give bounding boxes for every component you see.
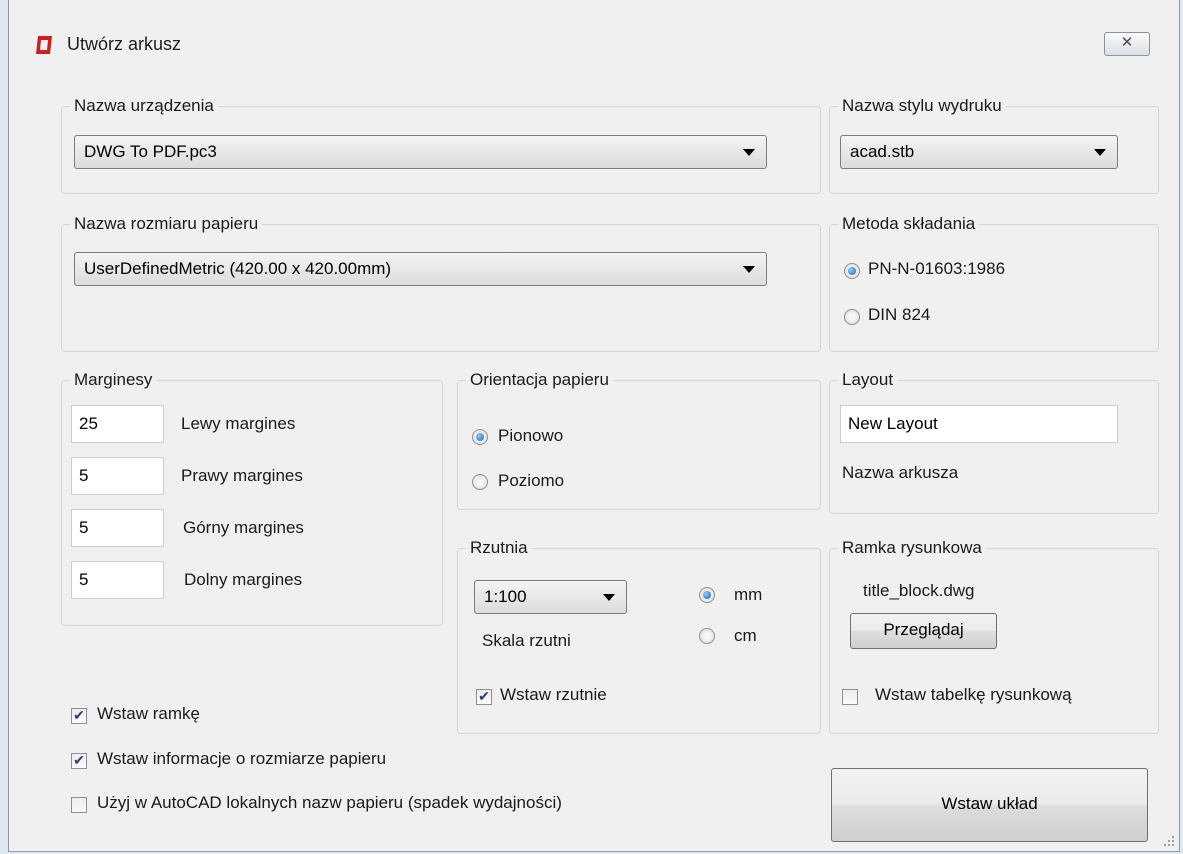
layout-name-input[interactable]: New Layout — [840, 405, 1118, 443]
device-group: Nazwa urządzenia DWG To PDF.pc3 — [61, 95, 821, 194]
plot-style-value: acad.stb — [850, 142, 915, 161]
left-margin-value: 25 — [79, 414, 98, 433]
left-margin-input[interactable]: 25 — [71, 405, 164, 443]
insert-frame-label: Wstaw ramkę — [97, 704, 200, 723]
close-button[interactable]: ✕ — [1104, 32, 1150, 56]
viewport-scale-combo[interactable]: 1:100 — [474, 580, 627, 614]
orientation-group-label: Orientacja papieru — [466, 369, 613, 391]
browse-button[interactable]: Przeglądaj — [850, 613, 997, 649]
insert-viewport-checkbox[interactable]: ✔ — [476, 689, 492, 705]
device-combo[interactable]: DWG To PDF.pc3 — [74, 135, 767, 169]
orientation-option-landscape: Poziomo — [498, 471, 565, 490]
insert-title-block-label: Wstaw tabelkę rysunkową — [875, 685, 1072, 704]
right-margin-input[interactable]: 5 — [71, 457, 164, 495]
chevron-down-icon — [1094, 149, 1106, 156]
top-margin-input[interactable]: 5 — [71, 509, 164, 547]
folding-radio-din[interactable] — [844, 309, 860, 325]
folding-option-pn: PN-N-01603:1986 — [868, 259, 1006, 278]
frame-group-label: Ramka rysunkowa — [838, 537, 986, 559]
layout-group-label: Layout — [838, 369, 898, 391]
orientation-radio-landscape[interactable] — [472, 474, 488, 490]
plot-style-group: Nazwa stylu wydruku acad.stb — [829, 95, 1159, 194]
chevron-down-icon — [743, 149, 755, 156]
bottom-margin-input[interactable]: 5 — [71, 561, 164, 599]
folding-radio-pn[interactable] — [844, 263, 860, 279]
title-bar: Utwórz arkusz ✕ — [9, 0, 1179, 90]
viewport-scale-label: Skala rzutni — [482, 631, 571, 650]
check-icon: ✔ — [478, 688, 490, 704]
top-margin-value: 5 — [79, 518, 89, 537]
bottom-margin-value: 5 — [79, 570, 89, 589]
close-icon: ✕ — [1120, 34, 1134, 51]
chevron-down-icon — [743, 266, 755, 273]
insert-frame-checkbox[interactable]: ✔ — [71, 708, 87, 724]
device-value: DWG To PDF.pc3 — [84, 142, 217, 161]
unit-option-cm: cm — [734, 626, 757, 645]
paper-size-group-label: Nazwa rozmiaru papieru — [70, 213, 263, 235]
folding-group-label: Metoda składania — [838, 213, 980, 235]
left-margin-label: Lewy margines — [181, 414, 296, 433]
resize-grip-icon[interactable] — [1163, 835, 1175, 847]
local-paper-names-checkbox[interactable] — [71, 797, 87, 813]
plot-style-combo[interactable]: acad.stb — [840, 135, 1118, 169]
margins-group-label: Marginesy — [70, 369, 157, 391]
layout-caption: Nazwa arkusza — [842, 463, 959, 482]
paper-size-group: Nazwa rozmiaru papieru UserDefinedMetric… — [61, 213, 821, 352]
viewport-group: Rzutnia 1:100 Skala rzutni mm cm ✔ Wstaw… — [457, 537, 821, 734]
top-margin-label: Górny margines — [183, 518, 304, 537]
insert-paper-info-label: Wstaw informacje o rozmiarze papieru — [97, 749, 387, 768]
bottom-margin-label: Dolny margines — [184, 570, 303, 589]
device-group-label: Nazwa urządzenia — [70, 95, 218, 117]
right-margin-value: 5 — [79, 466, 89, 485]
app-logo-icon — [36, 36, 52, 54]
dialog-window: Utwórz arkusz ✕ Nazwa urządzenia DWG To … — [8, 0, 1180, 852]
orientation-radio-portrait[interactable] — [472, 429, 488, 445]
check-icon: ✔ — [73, 752, 85, 768]
unit-radio-mm[interactable] — [699, 587, 715, 603]
window-title: Utwórz arkusz — [67, 34, 182, 54]
unit-radio-cm[interactable] — [699, 628, 715, 644]
insert-viewport-label: Wstaw rzutnie — [500, 685, 607, 704]
insert-title-block-checkbox[interactable] — [842, 689, 858, 705]
paper-size-combo[interactable]: UserDefinedMetric (420.00 x 420.00mm) — [74, 252, 767, 286]
insert-layout-button[interactable]: Wstaw układ — [831, 768, 1148, 842]
insert-paper-info-checkbox[interactable]: ✔ — [71, 753, 87, 769]
frame-file-name: title_block.dwg — [863, 581, 975, 600]
chevron-down-icon — [603, 594, 615, 601]
right-margin-label: Prawy margines — [181, 466, 303, 485]
viewport-scale-value: 1:100 — [484, 587, 527, 606]
layout-group: Layout New Layout Nazwa arkusza — [829, 369, 1159, 514]
plot-style-group-label: Nazwa stylu wydruku — [838, 95, 1006, 117]
viewport-group-label: Rzutnia — [466, 537, 532, 559]
local-paper-names-label: Użyj w AutoCAD lokalnych nazw papieru (s… — [97, 793, 562, 812]
paper-size-value: UserDefinedMetric (420.00 x 420.00mm) — [84, 259, 392, 278]
folding-group: Metoda składania PN-N-01603:1986 DIN 824 — [829, 213, 1159, 352]
folding-option-din: DIN 824 — [868, 305, 931, 324]
frame-group: Ramka rysunkowa title_block.dwg Przegląd… — [829, 537, 1159, 734]
browse-button-label: Przeglądaj — [883, 620, 964, 639]
margins-group: Marginesy 25 Lewy margines 5 Prawy margi… — [61, 369, 443, 626]
unit-option-mm: mm — [734, 585, 763, 604]
orientation-group: Orientacja papieru Pionowo Poziomo — [457, 369, 821, 510]
layout-name-value: New Layout — [848, 414, 938, 433]
insert-layout-button-label: Wstaw układ — [941, 794, 1038, 813]
orientation-option-portrait: Pionowo — [498, 426, 564, 445]
check-icon: ✔ — [73, 707, 85, 723]
